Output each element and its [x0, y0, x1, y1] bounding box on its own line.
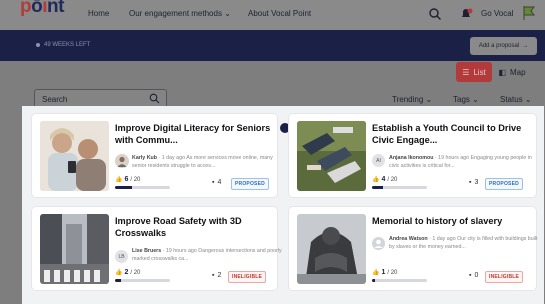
post-time: 19 hours ago — [165, 248, 197, 254]
add-proposal-label: Add a proposal — [478, 43, 520, 49]
author-name[interactable]: Anjana Ikonomou — [389, 155, 433, 161]
tags-dropdown[interactable]: Tags ⌄ — [453, 95, 479, 104]
nav-engagement-methods-link[interactable]: Our engagement methods ⌄ — [129, 9, 231, 18]
votes-total: / 20 — [130, 269, 141, 276]
time-dot-icon — [36, 43, 40, 47]
chevron-down-icon: ⌄ — [524, 95, 532, 104]
search-icon[interactable] — [149, 93, 160, 104]
vote-progress-fill — [372, 186, 383, 189]
list-view-button[interactable]: ☰ List — [456, 62, 492, 82]
proposal-image — [40, 214, 109, 284]
comment-icon: ▪ — [212, 272, 215, 279]
vote-progress-bar — [372, 279, 427, 282]
status-badge: PROPOSED — [231, 178, 269, 190]
thumbs-up-icon: 👍 — [372, 270, 380, 276]
avatar — [115, 154, 129, 168]
status-dropdown[interactable]: Status ⌄ — [500, 95, 532, 104]
proposal-title[interactable]: Memorial to history of slavery — [372, 216, 532, 228]
votes-total: / 20 — [387, 269, 398, 276]
proposal-card[interactable]: Improve Digital Literacy for Seniors wit… — [32, 114, 277, 197]
proposal-title[interactable]: Improve Road Safety with 3D Crosswalks — [115, 216, 283, 240]
search-icon[interactable] — [428, 7, 442, 21]
arrow-right-icon: → — [522, 43, 529, 49]
status-badge: INELIGIBLE — [228, 271, 267, 283]
votes-total: / 20 — [130, 176, 141, 183]
proposal-meta: Andrea Watson · 1 day ago Our city is fi… — [389, 236, 538, 251]
comment-icon: ▪ — [469, 179, 472, 186]
default-avatar-icon — [372, 237, 385, 250]
project-banner: 49 WEEKS LEFT — [0, 30, 545, 61]
search-placeholder: Search — [42, 94, 68, 104]
vote-count[interactable]: 👍 6/ 20 — [115, 176, 140, 183]
comments-value: 4 — [217, 179, 222, 186]
votes-value: 1 — [381, 269, 386, 276]
nav-about-link[interactable]: About Vocal Point — [248, 9, 311, 18]
vote-progress-bar — [115, 279, 170, 282]
vote-progress-bar — [372, 186, 427, 189]
author-name[interactable]: Lise Bruers — [132, 248, 161, 254]
comments-value: 2 — [217, 272, 222, 279]
sort-dropdown[interactable]: Trending ⌄ — [392, 95, 432, 104]
proposal-meta: Anjana Ikonomou · 19 hours ago Engaging … — [389, 155, 532, 170]
add-proposal-button[interactable]: Add a proposal → — [470, 37, 537, 55]
status-badge: INELIGIBLE — [485, 271, 524, 283]
vote-count[interactable]: 👍 2/ 20 — [115, 269, 140, 276]
nav-home-link[interactable]: Home — [88, 9, 109, 18]
comment-count[interactable]: ▪ 3 — [469, 179, 478, 186]
comment-count[interactable]: ▪ 2 — [212, 272, 221, 279]
chevron-down-icon: ⌄ — [472, 95, 479, 104]
proposal-card[interactable]: Establish a Youth Council to Drive Civic… — [289, 114, 536, 197]
status-badge: PROPOSED — [485, 178, 523, 190]
logo[interactable]: pōint — [20, 0, 64, 18]
proposal-title[interactable]: Establish a Youth Council to Drive Civic… — [372, 123, 532, 147]
list-view-label: List — [473, 67, 486, 77]
comments-value: 0 — [474, 272, 479, 279]
map-view-label: Map — [510, 67, 526, 77]
vote-progress-fill — [115, 279, 121, 282]
map-view-button[interactable]: ◧ Map — [492, 62, 532, 82]
proposal-image — [297, 214, 366, 284]
chevron-down-icon: ⌄ — [425, 95, 433, 104]
avatar: AI — [372, 154, 385, 167]
proposal-meta: Lise Bruers · 19 hours ago Dangerous int… — [132, 248, 282, 263]
post-time: 1 day ago — [432, 236, 456, 242]
author-name[interactable]: Andrea Watson — [389, 236, 428, 242]
comment-count[interactable]: ▪ 0 — [469, 272, 478, 279]
weeks-left-label: 49 WEEKS LEFT — [44, 42, 91, 48]
votes-total: / 20 — [387, 176, 398, 183]
votes-value: 6 — [124, 176, 129, 183]
comment-count[interactable]: ▪ 4 — [212, 179, 221, 186]
vote-progress-fill — [372, 279, 375, 282]
post-time: 19 hours ago — [438, 155, 470, 161]
thumbs-up-icon: 👍 — [115, 177, 123, 183]
author-name[interactable]: Karly Kub — [132, 155, 157, 161]
votes-value: 2 — [124, 269, 129, 276]
avatar: LB — [115, 250, 128, 263]
comment-icon: ▪ — [212, 179, 215, 186]
proposal-title[interactable]: Improve Digital Literacy for Seniors wit… — [115, 123, 283, 147]
vote-count[interactable]: 👍 1/ 20 — [372, 269, 397, 276]
vote-count[interactable]: 👍 4/ 20 — [372, 176, 397, 183]
comment-icon: ▪ — [469, 272, 472, 279]
chevron-down-icon: ⌄ — [224, 9, 231, 18]
votes-value: 4 — [381, 176, 386, 183]
map-icon: ◧ — [498, 67, 506, 77]
notification-bell-icon[interactable] — [459, 7, 473, 21]
user-menu[interactable]: Go Vocal — [481, 9, 513, 18]
proposal-card[interactable]: Improve Road Safety with 3D Crosswalks L… — [32, 207, 282, 290]
top-nav: pōint Home Our engagement methods ⌄ Abou… — [0, 0, 545, 30]
vote-progress-fill — [115, 186, 132, 189]
proposal-image — [297, 121, 366, 191]
proposal-image — [40, 121, 109, 191]
post-time: 1 day ago — [161, 155, 186, 161]
comments-value: 3 — [474, 179, 479, 186]
vote-progress-bar — [115, 186, 170, 189]
thumbs-up-icon: 👍 — [115, 270, 123, 276]
list-icon: ☰ — [462, 67, 470, 77]
proposal-card[interactable]: Memorial to history of slavery Andrea Wa… — [289, 207, 538, 290]
thumbs-up-icon: 👍 — [372, 177, 380, 183]
proposal-meta: Karly Kub · 1 day ago As more services m… — [132, 155, 273, 170]
user-flag-icon — [523, 6, 535, 20]
